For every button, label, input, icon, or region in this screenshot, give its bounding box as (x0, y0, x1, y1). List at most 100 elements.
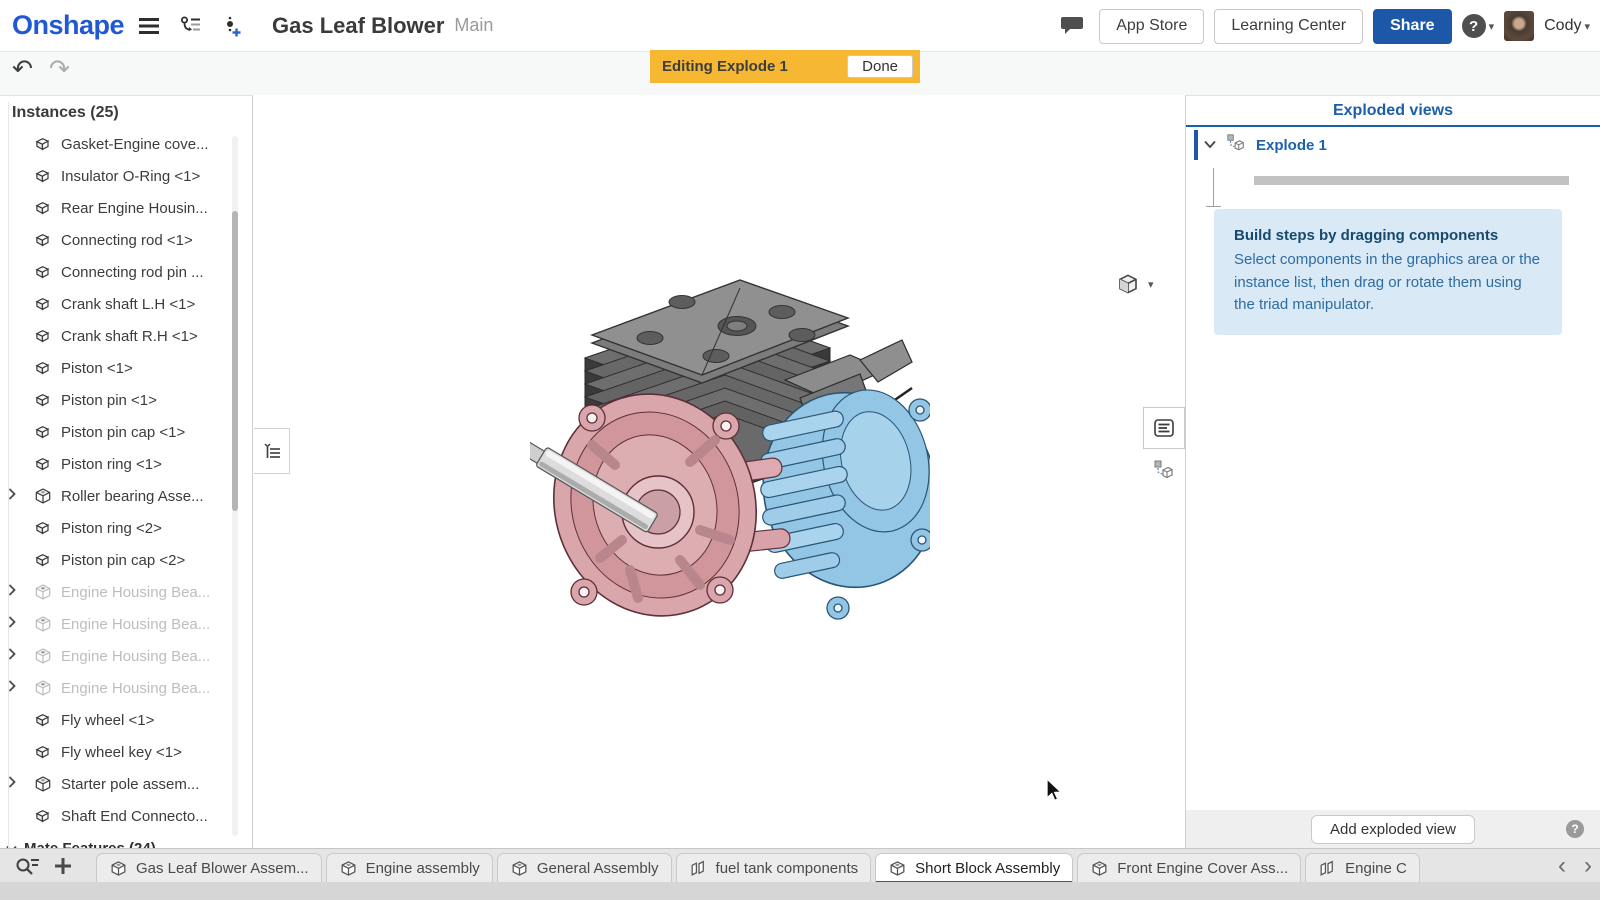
assembly-icon (33, 774, 53, 794)
document-tab[interactable]: Short Block Assembly (875, 853, 1073, 883)
instance-row[interactable]: Engine Housing Bea... (0, 672, 252, 704)
instance-row[interactable]: Starter pole assem... (0, 768, 252, 800)
mouse-cursor (1042, 777, 1066, 803)
tab-scroll-right-icon[interactable]: › (1584, 854, 1592, 878)
tip-title: Build steps by dragging components (1234, 227, 1542, 244)
tabs-container: Gas Leaf Blower Assem... Engine assembly (96, 849, 1544, 883)
done-button[interactable]: Done (847, 55, 913, 78)
add-exploded-view-button[interactable]: Add exploded view (1311, 815, 1475, 844)
document-tab[interactable]: Engine assembly (326, 853, 493, 883)
instance-row[interactable]: Rear Engine Housin... (0, 192, 252, 224)
graphics-area[interactable]: Top Front Right Y Z X (254, 95, 1185, 848)
onshape-logo[interactable]: Onshape (12, 10, 124, 41)
chevron-right-icon[interactable] (8, 647, 26, 665)
instances-scrollbar-thumb[interactable] (232, 211, 238, 511)
workspace-name[interactable]: Main (454, 15, 493, 36)
assembly-icon (33, 646, 53, 666)
instance-row[interactable]: Piston pin cap <2> (0, 544, 252, 576)
tab-label: Engine C (1345, 860, 1407, 877)
instance-label: Piston ring <1> (61, 456, 162, 473)
part-icon (33, 166, 53, 186)
instance-row[interactable]: Fly wheel <1> (0, 704, 252, 736)
instance-label: Piston pin cap <2> (61, 552, 185, 569)
instance-label: Connecting rod <1> (61, 232, 193, 249)
comment-icon[interactable] (1055, 9, 1089, 43)
part-icon (33, 358, 53, 378)
explode-tip-box: Build steps by dragging components Selec… (1214, 209, 1562, 335)
add-tab-icon[interactable] (54, 857, 72, 875)
chevron-right-icon[interactable] (8, 679, 26, 697)
part-icon (33, 198, 53, 218)
instance-label: Insulator O-Ring <1> (61, 168, 200, 185)
instance-label: Connecting rod pin ... (61, 264, 204, 281)
chevron-right-icon[interactable] (8, 615, 26, 633)
instance-row[interactable]: Fly wheel key <1> (0, 736, 252, 768)
instance-label: Fly wheel key <1> (61, 744, 182, 761)
instance-row[interactable]: Gasket-Engine cove... (0, 128, 252, 160)
document-tab[interactable]: Gas Leaf Blower Assem... (96, 853, 322, 883)
help-icon[interactable]: ? (1462, 14, 1486, 38)
engine-assembly-model[interactable] (530, 240, 930, 660)
redo-icon[interactable]: ↷ (49, 54, 70, 83)
instance-row[interactable]: Engine Housing Bea... (0, 640, 252, 672)
explode-name: Explode 1 (1256, 137, 1327, 154)
user-avatar[interactable] (1504, 11, 1534, 41)
instance-row[interactable]: Piston <1> (0, 352, 252, 384)
learning-center-button[interactable]: Learning Center (1214, 9, 1363, 44)
exploded-views-toggle[interactable] (1143, 449, 1185, 491)
create-version-icon[interactable] (216, 9, 250, 43)
part-icon (33, 422, 53, 442)
instance-label: Engine Housing Bea... (61, 648, 210, 665)
chevron-right-icon[interactable] (8, 487, 26, 505)
tab-label: Gas Leaf Blower Assem... (136, 860, 309, 877)
instance-row[interactable]: Connecting rod pin ... (0, 256, 252, 288)
chevron-right-icon[interactable] (8, 775, 26, 793)
instance-row[interactable]: Shaft End Connecto... (0, 800, 252, 832)
instance-row[interactable]: Connecting rod <1> (0, 224, 252, 256)
tab-scroll-left-icon[interactable]: ‹ (1558, 854, 1566, 878)
instance-row[interactable]: Crank shaft L.H <1> (0, 288, 252, 320)
caret-down-icon: ▾ (1148, 278, 1154, 291)
app-store-button[interactable]: App Store (1099, 9, 1204, 44)
structure-panel-toggle[interactable] (254, 428, 290, 474)
explode-item[interactable]: Explode 1 (1186, 127, 1600, 163)
instance-row[interactable]: Piston ring <1> (0, 448, 252, 480)
instance-label: Roller bearing Asse... (61, 488, 204, 505)
help-menu[interactable]: ? ▾ (1462, 14, 1495, 38)
instances-header[interactable]: Instances (25) (0, 96, 252, 128)
document-tab[interactable]: fuel tank components (676, 853, 872, 883)
view-settings-control[interactable]: ▾ (1116, 272, 1154, 296)
instance-row[interactable]: Piston ring <2> (0, 512, 252, 544)
assembly-icon (109, 859, 128, 878)
caret-down-icon: ▾ (1584, 20, 1590, 33)
instance-label: Piston <1> (61, 360, 133, 377)
instance-row[interactable]: Engine Housing Bea... (0, 576, 252, 608)
feature-list-toggle[interactable] (1143, 407, 1185, 449)
explode-slider-track[interactable] (1254, 176, 1569, 185)
undo-icon[interactable]: ↶ (12, 54, 33, 83)
instance-row[interactable]: Piston pin <1> (0, 384, 252, 416)
user-menu[interactable]: Cody ▾ (1544, 17, 1590, 35)
document-tab[interactable]: Engine C (1305, 853, 1420, 883)
chevron-down-icon[interactable] (1204, 136, 1216, 154)
hamburger-menu-icon[interactable] (132, 9, 166, 43)
instance-row[interactable]: Engine Housing Bea... (0, 608, 252, 640)
document-tab[interactable]: Front Engine Cover Ass... (1077, 853, 1301, 883)
document-tab[interactable]: General Assembly (497, 853, 672, 883)
instance-row[interactable]: Piston pin cap <1> (0, 416, 252, 448)
structure-list-icon (262, 441, 282, 461)
explode-step-tick (1206, 206, 1221, 207)
document-title: Gas Leaf Blower (272, 13, 444, 39)
search-tabs-icon[interactable] (14, 856, 40, 876)
share-button[interactable]: Share (1373, 9, 1451, 44)
instance-row[interactable]: Insulator O-Ring <1> (0, 160, 252, 192)
instance-label: Crank shaft L.H <1> (61, 296, 195, 313)
instances-list: Gasket-Engine cove... Insulator O-Ring <… (0, 128, 252, 832)
versions-history-icon[interactable] (174, 9, 208, 43)
chevron-right-icon[interactable] (8, 583, 26, 601)
instance-row[interactable]: Roller bearing Asse... (0, 480, 252, 512)
instance-label: Engine Housing Bea... (61, 616, 210, 633)
instance-row[interactable]: Crank shaft R.H <1> (0, 320, 252, 352)
mate-features-header[interactable]: Mate Features (24) (0, 832, 252, 848)
help-icon[interactable]: ? (1566, 820, 1584, 838)
